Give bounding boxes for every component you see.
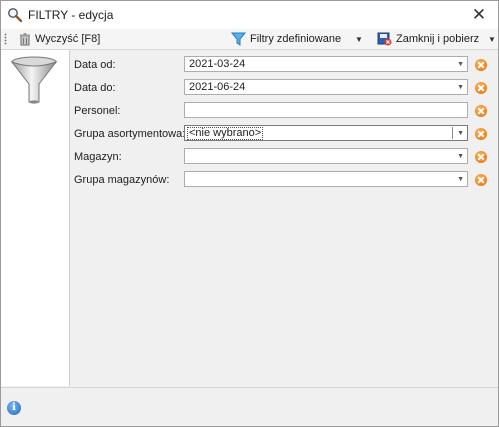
date-from-field[interactable]: 2021-03-24 ▼ — [184, 56, 468, 72]
date-to-label: Data do: — [74, 82, 116, 94]
close-and-fetch-button[interactable]: Zamknij i pobierz — [377, 30, 479, 48]
filter-form: Data od: 2021-03-24 ▼ Data do: 2021-06-2… — [70, 50, 498, 386]
warehouse-group-label: Grupa magazynów: — [74, 174, 170, 186]
warehouse-field[interactable]: ▼ — [184, 148, 468, 164]
predefined-filters-button[interactable]: Filtry zdefiniowane — [231, 30, 341, 48]
chevron-down-icon[interactable]: ▼ — [457, 172, 464, 188]
trash-icon — [20, 32, 30, 45]
clear-button[interactable]: Wyczyść [F8] — [19, 30, 100, 48]
large-funnel-icon — [10, 56, 58, 104]
chevron-down-icon[interactable]: ▼ — [457, 149, 464, 165]
chevron-down-icon[interactable]: ▼ — [457, 57, 464, 73]
product-group-field[interactable]: <nie wybrano> ▼ — [184, 125, 468, 141]
clear-product-group-icon[interactable] — [475, 128, 487, 140]
filter-sidebar — [1, 50, 70, 386]
status-bar: i — [1, 387, 498, 426]
toolbar: Wyczyść [F8] Filtry zdefiniowane ▼ Zamkn… — [1, 29, 498, 50]
product-group-label: Grupa asortymentowa: — [74, 128, 186, 140]
clear-button-label: Wyczyść [F8] — [35, 33, 101, 45]
date-from-value: 2021-03-24 — [189, 58, 246, 70]
close-and-fetch-label: Zamknij i pobierz — [396, 33, 480, 45]
warehouse-label: Magazyn: — [74, 151, 122, 163]
clear-date-from-icon[interactable] — [475, 59, 487, 71]
warehouse-group-field[interactable]: ▼ — [184, 171, 468, 187]
predefined-filters-dropdown[interactable]: ▼ — [355, 30, 363, 48]
filter-dialog: FILTRY - edycja ✕ Wyczyść [F8] Filtry zd… — [0, 0, 499, 427]
title-bar: FILTRY - edycja ✕ — [1, 1, 498, 29]
staff-field[interactable] — [184, 102, 468, 118]
save-close-icon — [377, 32, 392, 46]
close-button[interactable]: ✕ — [462, 3, 496, 27]
window-title: FILTRY - edycja — [28, 8, 114, 22]
clear-staff-icon[interactable] — [475, 105, 487, 117]
toolbar-grip[interactable] — [4, 33, 7, 45]
funnel-icon — [231, 32, 246, 46]
clear-warehouse-group-icon[interactable] — [475, 174, 487, 186]
clear-date-to-icon[interactable] — [475, 82, 487, 94]
clear-warehouse-icon[interactable] — [475, 151, 487, 163]
close-and-fetch-dropdown[interactable]: ▼ — [488, 30, 496, 48]
date-to-field[interactable]: 2021-06-24 ▼ — [184, 79, 468, 95]
chevron-down-icon[interactable]: ▼ — [457, 80, 464, 96]
predefined-filters-label: Filtry zdefiniowane — [250, 33, 342, 45]
info-icon[interactable]: i — [7, 401, 21, 415]
chevron-down-icon[interactable]: ▼ — [457, 126, 464, 142]
date-to-value: 2021-06-24 — [189, 81, 246, 93]
date-from-label: Data od: — [74, 59, 116, 71]
magnifier-icon — [8, 8, 23, 23]
dropdown-separator — [452, 127, 453, 139]
staff-label: Personel: — [74, 105, 121, 117]
product-group-value: <nie wybrano> — [187, 127, 264, 140]
